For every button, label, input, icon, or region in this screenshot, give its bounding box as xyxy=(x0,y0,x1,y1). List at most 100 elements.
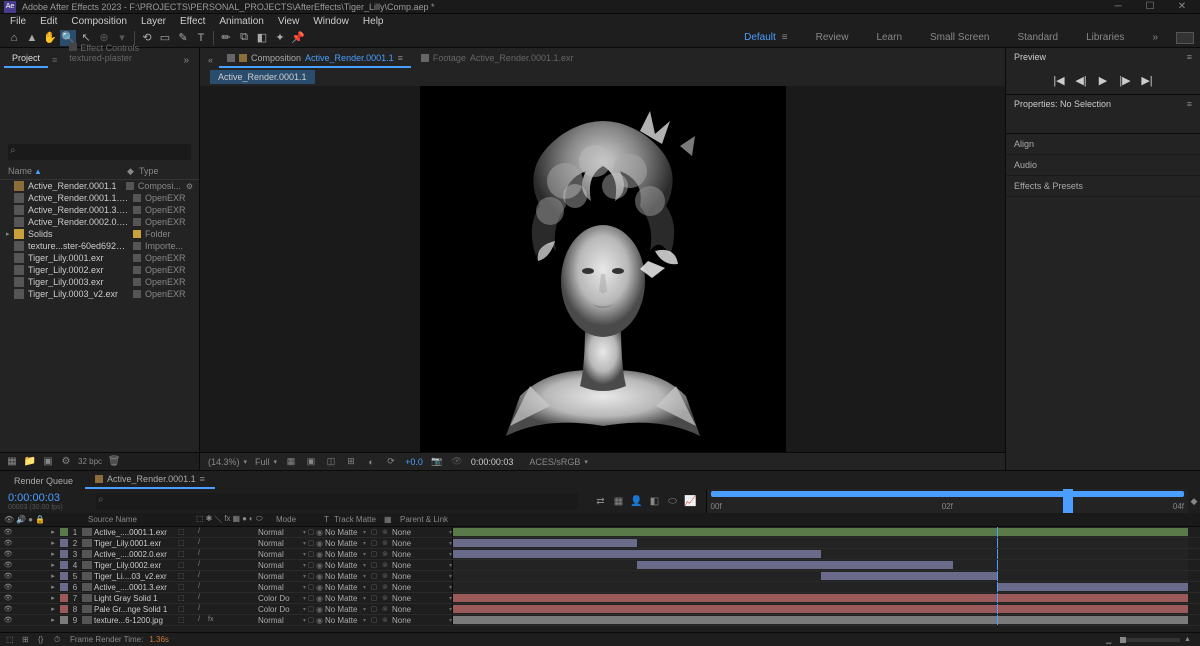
layer-switch-1[interactable] xyxy=(188,539,196,547)
workspace-libraries[interactable]: Libraries xyxy=(1076,30,1134,45)
audio-switch-header[interactable]: 🔊 xyxy=(16,515,26,524)
blend-mode-dropdown[interactable]: Normal▾ xyxy=(258,572,306,581)
label-color[interactable] xyxy=(133,266,141,274)
layer-name[interactable]: texture...6-1200.jpg xyxy=(94,616,178,625)
first-frame-button[interactable]: |◀ xyxy=(1052,73,1066,87)
layer-switch-0[interactable]: ⬚ xyxy=(178,616,186,624)
column-name[interactable]: Name▲ xyxy=(8,166,127,177)
workspace-default[interactable]: Default≡ xyxy=(734,30,798,45)
puppet-tool[interactable]: 📌 xyxy=(290,30,306,46)
text-tool[interactable]: T xyxy=(193,30,209,46)
layer-switch-5[interactable] xyxy=(228,605,236,613)
zoom-in-icon[interactable]: ▲ xyxy=(1184,636,1194,643)
render-time-icon[interactable]: ⏱ xyxy=(54,635,64,645)
layer-track[interactable] xyxy=(452,571,1188,581)
transparency-grid-icon[interactable]: ▦ xyxy=(285,456,297,468)
layer-label-color[interactable] xyxy=(60,539,68,547)
layer-label-color[interactable] xyxy=(60,605,68,613)
effect-controls-tab[interactable]: Effect Controls textured-plaster xyxy=(61,40,175,68)
align-panel-header[interactable]: Align xyxy=(1006,134,1200,155)
layer-bar[interactable] xyxy=(453,528,1188,536)
project-item[interactable]: texture...ster-60ed6926acbb6-1200.jpgImp… xyxy=(0,240,199,252)
layer-switch-5[interactable] xyxy=(228,583,236,591)
layer-track[interactable] xyxy=(452,615,1188,625)
layer-switch-3[interactable] xyxy=(208,594,216,602)
lock-switch[interactable] xyxy=(34,550,42,558)
layer-switch-7[interactable] xyxy=(248,528,256,536)
video-switch[interactable]: 👁 xyxy=(4,539,12,547)
layer-switch-0[interactable]: ⬚ xyxy=(178,605,186,613)
solo-switch[interactable] xyxy=(24,539,32,547)
timeline-layer[interactable]: 👁▸1Active_....0001.1.exr⬚/Normal▾▢◉No Ma… xyxy=(0,527,1200,538)
lock-switch[interactable] xyxy=(34,561,42,569)
track-matte-header[interactable]: Track Matte xyxy=(330,515,380,524)
twirl-arrow[interactable]: ▸ xyxy=(48,583,58,591)
blend-mode-dropdown[interactable]: Normal▾ xyxy=(258,583,306,592)
project-item[interactable]: Active_Render.0001.1Composi...⚙ xyxy=(0,180,199,192)
interpret-footage-icon[interactable]: ▦ xyxy=(6,456,18,468)
track-matte-dropdown[interactable]: ◉No Matte▾ xyxy=(316,550,366,559)
layer-switch-6[interactable] xyxy=(238,594,246,602)
audio-switch[interactable] xyxy=(14,561,22,569)
layer-switch-2[interactable]: / xyxy=(198,616,206,624)
layer-name[interactable]: Tiger_Li....03_v2.exr xyxy=(94,572,178,581)
project-item[interactable]: Tiger_Lily.0003_v2.exrOpenEXR xyxy=(0,288,199,300)
layer-switch-6[interactable] xyxy=(238,616,246,624)
menu-help[interactable]: Help xyxy=(357,15,390,28)
maximize-button[interactable]: ☐ xyxy=(1144,1,1156,13)
layer-switch-7[interactable] xyxy=(248,605,256,613)
layer-track[interactable] xyxy=(452,527,1188,537)
project-tab[interactable]: Project xyxy=(4,50,48,68)
timeline-layer[interactable]: 👁▸7Light Gray Solid 1⬚/Color Do▾▢◉No Mat… xyxy=(0,593,1200,604)
layer-switch-1[interactable] xyxy=(188,594,196,602)
label-color[interactable] xyxy=(133,194,141,202)
workspace-learn[interactable]: Learn xyxy=(866,30,912,45)
layer-bar[interactable] xyxy=(453,539,637,547)
layer-switch-3[interactable] xyxy=(208,583,216,591)
comp-mini-flowchart-icon[interactable]: ⇄ xyxy=(594,494,608,508)
parent-dropdown[interactable]: ⊚None▾ xyxy=(382,528,452,537)
layer-switch-4[interactable] xyxy=(218,616,226,624)
video-switch[interactable]: 👁 xyxy=(4,528,12,536)
zoom-dropdown[interactable]: (14.3%)▾ xyxy=(208,457,247,467)
blend-mode-dropdown[interactable]: Normal▾ xyxy=(258,528,306,537)
layer-bar[interactable] xyxy=(453,616,1188,624)
frame-blend-icon[interactable]: ◧ xyxy=(648,494,662,508)
graph-editor-icon[interactable]: 📈 xyxy=(684,494,698,508)
twirl-arrow[interactable]: ▸ xyxy=(48,594,58,602)
matte-toggle[interactable]: ▢ xyxy=(366,605,382,613)
lock-switch[interactable] xyxy=(34,605,42,613)
layer-bar[interactable] xyxy=(637,561,953,569)
parent-dropdown[interactable]: ⊚None▾ xyxy=(382,583,452,592)
video-switch[interactable]: 👁 xyxy=(4,616,12,624)
layer-switch-3[interactable] xyxy=(208,528,216,536)
playhead[interactable] xyxy=(1063,489,1073,513)
layer-name[interactable]: Active_....0002.0.exr xyxy=(94,550,178,559)
preserve-transparency[interactable]: ▢ xyxy=(306,550,316,558)
blend-mode-dropdown[interactable]: Color Do▾ xyxy=(258,594,306,603)
twirl-arrow[interactable]: ▸ xyxy=(48,550,58,558)
layer-switch-1[interactable] xyxy=(188,616,196,624)
project-item[interactable]: Tiger_Lily.0002.exrOpenEXR xyxy=(0,264,199,276)
label-color[interactable] xyxy=(126,182,134,190)
layer-bar[interactable] xyxy=(453,594,1188,602)
matte-toggle[interactable]: ▢ xyxy=(366,583,382,591)
menu-animation[interactable]: Animation xyxy=(213,15,269,28)
blend-mode-dropdown[interactable]: Normal▾ xyxy=(258,539,306,548)
layer-switch-2[interactable]: / xyxy=(198,561,206,569)
layer-switch-0[interactable]: ⬚ xyxy=(178,561,186,569)
label-color[interactable] xyxy=(133,278,141,286)
project-search-input[interactable] xyxy=(8,144,191,160)
layer-track[interactable] xyxy=(452,549,1188,559)
menu-layer[interactable]: Layer xyxy=(135,15,172,28)
prev-frame-button[interactable]: ◀| xyxy=(1074,73,1088,87)
project-item[interactable]: Tiger_Lily.0003.exrOpenEXR xyxy=(0,276,199,288)
menu-view[interactable]: View xyxy=(272,15,306,28)
layer-switch-4[interactable] xyxy=(218,583,226,591)
layer-switch-5[interactable] xyxy=(228,550,236,558)
layer-switch-2[interactable]: / xyxy=(198,539,206,547)
layer-switch-5[interactable] xyxy=(228,539,236,547)
render-queue-tab[interactable]: Render Queue xyxy=(4,473,83,489)
preserve-transparency[interactable]: ▢ xyxy=(306,539,316,547)
layer-switch-4[interactable] xyxy=(218,550,226,558)
